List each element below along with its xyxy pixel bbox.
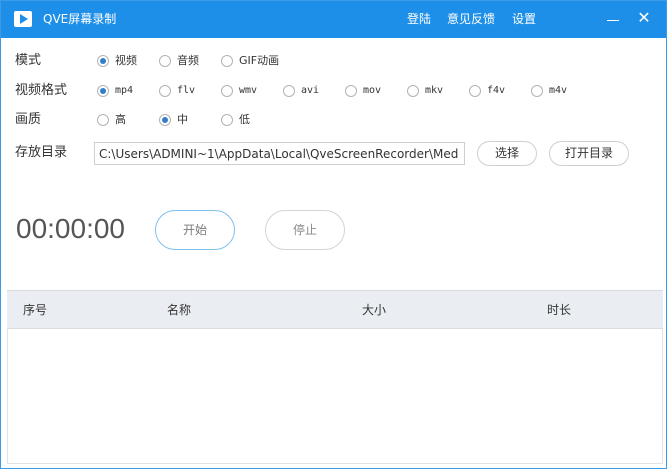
radio-label: wmv	[239, 85, 258, 96]
radio-label: 中	[177, 113, 188, 126]
start-button[interactable]: 开始	[155, 210, 235, 250]
choose-folder-button[interactable]: 选择	[477, 141, 537, 166]
column-header-duration[interactable]: 时长	[547, 301, 571, 319]
play-icon	[14, 11, 32, 27]
radio-label: mov	[363, 85, 382, 96]
radio-icon	[283, 85, 295, 97]
minimize-icon	[607, 20, 619, 21]
format-label: 视频格式	[15, 83, 68, 98]
storage-path-field[interactable]	[94, 142, 465, 165]
column-header-name[interactable]: 名称	[167, 301, 191, 319]
open-folder-button[interactable]: 打开目录	[549, 141, 629, 166]
radio-label: m4v	[549, 85, 568, 96]
login-link[interactable]: 登陆	[407, 11, 431, 27]
stop-button[interactable]: 停止	[265, 210, 345, 250]
radio-icon	[345, 85, 357, 97]
radio-label: 音频	[177, 54, 199, 67]
minimize-button[interactable]	[605, 9, 621, 27]
radio-icon	[159, 114, 171, 126]
radio-icon	[159, 85, 171, 97]
close-icon: ✕	[637, 8, 651, 27]
radio-label: flv	[177, 85, 196, 96]
radio-icon	[531, 85, 543, 97]
radio-icon	[469, 85, 481, 97]
mode-label: 模式	[15, 53, 42, 68]
radio-icon	[221, 85, 233, 97]
window-title: QVE屏幕录制	[43, 12, 117, 26]
radio-label: mp4	[115, 85, 134, 96]
quality-label: 画质	[15, 112, 42, 127]
storage-label: 存放目录	[15, 145, 68, 160]
radio-icon	[97, 55, 109, 67]
radio-label: f4v	[487, 85, 506, 96]
recordings-table-body[interactable]	[7, 329, 663, 464]
title-bar: QVE屏幕录制 登陆 意见反馈 设置 ✕	[1, 1, 666, 38]
recording-timer: 00:00:00	[16, 213, 125, 244]
radio-label: 视频	[115, 54, 137, 67]
radio-icon	[159, 55, 171, 67]
radio-label: 高	[115, 113, 126, 126]
radio-label: avi	[301, 85, 320, 96]
radio-label: GIF动画	[239, 54, 280, 67]
recordings-table-header: 序号 名称 大小 时长	[7, 290, 663, 329]
feedback-link[interactable]: 意见反馈	[447, 11, 495, 27]
radio-icon	[97, 85, 109, 97]
radio-icon	[221, 114, 233, 126]
close-button[interactable]: ✕	[636, 9, 652, 27]
column-header-index[interactable]: 序号	[23, 301, 47, 319]
app-window: QVE屏幕录制 登陆 意见反馈 设置 ✕ 模式 视频 音频 GIF动画 视频格式…	[0, 0, 667, 469]
radio-icon	[407, 85, 419, 97]
settings-link[interactable]: 设置	[512, 11, 536, 27]
column-header-size[interactable]: 大小	[362, 301, 386, 319]
radio-icon	[221, 55, 233, 67]
radio-label: 低	[239, 113, 250, 126]
radio-label: mkv	[425, 85, 444, 96]
radio-icon	[97, 114, 109, 126]
